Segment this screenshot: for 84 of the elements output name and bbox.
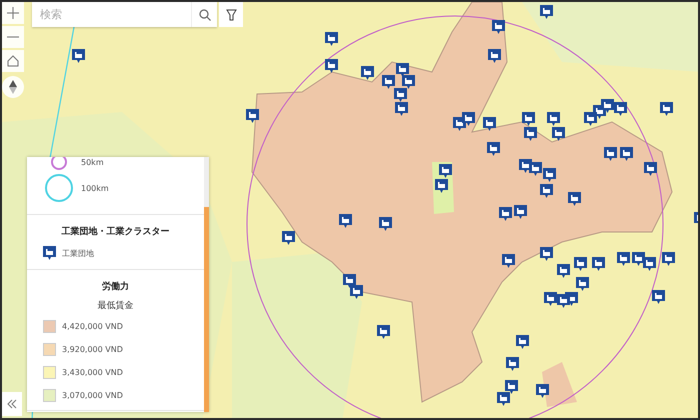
factory-pin-icon[interactable] xyxy=(483,117,496,132)
factory-pin-icon[interactable] xyxy=(402,75,415,90)
search-field[interactable]: 検索 xyxy=(32,2,217,27)
factory-pin-icon[interactable] xyxy=(547,112,560,127)
legend-label: 工業団地 xyxy=(62,248,94,259)
collapse-button[interactable] xyxy=(2,392,22,416)
factory-pin-icon[interactable] xyxy=(620,147,633,162)
factory-pin-icon[interactable] xyxy=(502,254,515,269)
zoom-in-button[interactable] xyxy=(2,2,24,24)
factory-pin-icon[interactable] xyxy=(499,207,512,222)
filter-icon xyxy=(226,8,236,20)
factory-pin-icon[interactable] xyxy=(325,32,338,47)
factory-pin-icon[interactable] xyxy=(488,49,501,64)
factory-pin-icon[interactable] xyxy=(601,99,614,114)
factory-pin-icon[interactable] xyxy=(514,205,527,220)
factory-pin-icon[interactable] xyxy=(574,257,587,272)
ring-label: 50km xyxy=(81,158,104,166)
scroll-track[interactable] xyxy=(204,157,209,412)
factory-pin-icon[interactable] xyxy=(505,380,518,395)
factory-pin-icon[interactable] xyxy=(462,112,475,127)
legend-title: 工業団地・工業クラスター xyxy=(60,225,170,238)
search-button[interactable] xyxy=(191,2,217,27)
factory-pin-icon[interactable] xyxy=(604,147,617,162)
home-button[interactable] xyxy=(2,50,24,72)
legend-label: 3,430,000 VND xyxy=(62,368,123,377)
factory-pin-icon[interactable] xyxy=(72,49,85,64)
factory-pin-icon[interactable] xyxy=(557,264,570,279)
factory-pin-icon[interactable] xyxy=(382,75,395,90)
factory-pin-icon[interactable] xyxy=(394,88,407,103)
factory-pin-icon[interactable] xyxy=(350,285,363,300)
scroll-thumb[interactable] xyxy=(204,207,209,412)
factory-pin-icon[interactable] xyxy=(325,59,338,74)
ring-label: 100km xyxy=(81,184,109,192)
factory-pin-icon[interactable] xyxy=(492,20,505,35)
legend-label: 3,920,000 VND xyxy=(62,345,123,354)
minus-icon xyxy=(7,36,19,38)
plus-icon xyxy=(7,7,19,19)
home-icon xyxy=(7,55,19,67)
factory-pin-icon[interactable] xyxy=(540,247,553,262)
compass-icon xyxy=(9,80,17,94)
factory-pin-icon[interactable] xyxy=(396,63,409,78)
search-icon xyxy=(198,8,210,20)
factory-pin-icon xyxy=(43,246,56,261)
factory-pin-icon[interactable] xyxy=(644,162,657,177)
factory-pin-icon[interactable] xyxy=(439,164,452,179)
factory-pin-icon[interactable] xyxy=(614,102,627,117)
factory-pin-icon[interactable] xyxy=(643,257,656,272)
factory-pin-icon[interactable] xyxy=(576,277,589,292)
factory-pin-icon[interactable] xyxy=(379,217,392,232)
factory-pin-icon[interactable] xyxy=(557,294,570,309)
factory-pin-icon[interactable] xyxy=(540,184,553,199)
factory-pin-icon[interactable] xyxy=(377,325,390,340)
factory-pin-icon[interactable] xyxy=(246,109,259,124)
factory-pin-icon[interactable] xyxy=(536,384,549,399)
factory-pin-icon[interactable] xyxy=(660,102,673,117)
legend-label: 4,420,000 VND xyxy=(62,322,123,331)
factory-pin-icon[interactable] xyxy=(282,231,295,246)
filter-button[interactable] xyxy=(219,2,243,27)
factory-pin-icon[interactable] xyxy=(529,162,542,177)
double-chevron-left-icon xyxy=(7,399,17,409)
factory-pin-icon[interactable] xyxy=(497,392,510,407)
factory-pin-icon[interactable] xyxy=(522,112,535,127)
factory-pin-icon[interactable] xyxy=(435,179,448,194)
factory-pin-icon[interactable] xyxy=(662,252,675,267)
factory-pin-icon[interactable] xyxy=(524,127,537,142)
factory-pin-icon[interactable] xyxy=(395,102,408,117)
legend-subtitle: 最低賃金 xyxy=(96,300,134,312)
factory-pin-icon[interactable] xyxy=(592,257,605,272)
factory-pin-icon[interactable] xyxy=(339,214,352,229)
factory-pin-icon[interactable] xyxy=(543,168,556,183)
zoom-out-button[interactable] xyxy=(2,26,24,48)
factory-pin-icon[interactable] xyxy=(540,5,553,20)
factory-pin-icon[interactable] xyxy=(552,127,565,142)
factory-pin-icon[interactable] xyxy=(487,142,500,157)
factory-pin-icon[interactable] xyxy=(584,112,597,127)
factory-pin-icon[interactable] xyxy=(652,290,665,305)
factory-pin-icon[interactable] xyxy=(361,66,374,81)
factory-pin-icon[interactable] xyxy=(506,357,519,372)
factory-pin-icon[interactable] xyxy=(516,335,529,350)
legend-label: 3,070,000 VND xyxy=(62,391,123,400)
factory-pin-icon[interactable] xyxy=(568,192,581,207)
factory-pin-icon[interactable] xyxy=(544,292,557,307)
legend-title: 労働力 xyxy=(101,280,130,293)
factory-pin-icon[interactable] xyxy=(617,252,630,267)
